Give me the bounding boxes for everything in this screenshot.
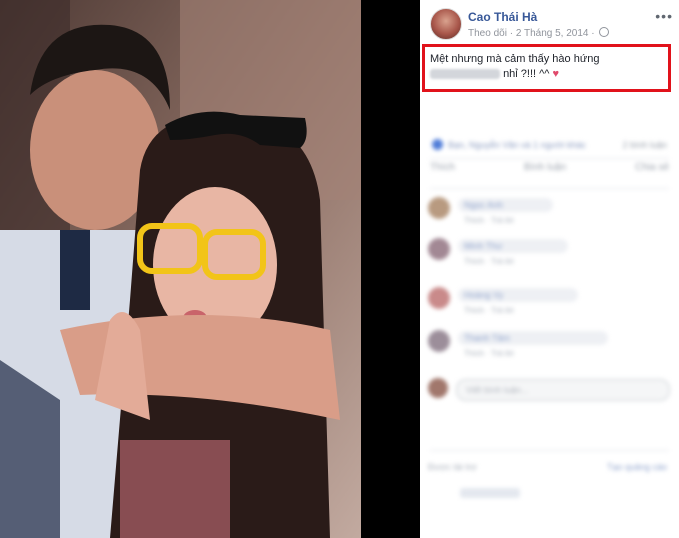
follow-link[interactable]: Theo dõi: [468, 28, 507, 39]
post-meta: Theo dõi · 2 Tháng 5, 2014 ·: [468, 27, 610, 39]
comment-count[interactable]: 2 bình luận: [622, 140, 667, 150]
action-bar: Thích Bình luận Chia sẻ: [430, 162, 669, 184]
photo-area: [0, 0, 420, 538]
commenter-avatar[interactable]: [428, 287, 450, 309]
post-date[interactable]: 2 Tháng 5, 2014: [516, 28, 589, 39]
globe-icon: [599, 27, 610, 37]
comment-item: Ngọc Anh Thích · Trả lời: [428, 195, 673, 229]
meta-separator: ·: [509, 28, 514, 39]
divider: [430, 158, 669, 159]
post-header: Cao Thái Hà Theo dõi · 2 Tháng 5, 2014 ·…: [430, 8, 675, 42]
commenter-name[interactable]: Thanh Tâm: [464, 333, 510, 343]
ad-placeholder[interactable]: [460, 488, 520, 498]
divider: [430, 450, 669, 451]
author-name[interactable]: Cao Thái Hà: [468, 10, 537, 24]
like-reaction-icon: [432, 139, 443, 150]
comment-actions[interactable]: Thích · Trả lời: [464, 349, 514, 358]
meta-separator-2: ·: [591, 28, 595, 39]
photo-illustration: [0, 0, 361, 538]
like-button[interactable]: Thích: [430, 162, 455, 184]
comment-actions[interactable]: Thích · Trả lời: [464, 257, 514, 266]
more-options-icon[interactable]: •••: [655, 8, 673, 24]
commenter-avatar[interactable]: [428, 197, 450, 219]
author-avatar[interactable]: [430, 8, 462, 40]
blurred-mention: [430, 69, 500, 80]
comment-item: Hoàng Vy Thích · Trả lời: [428, 285, 673, 319]
post-panel: Cao Thái Hà Theo dõi · 2 Tháng 5, 2014 ·…: [420, 0, 679, 538]
sponsored-header: Được tài trợ Tạo quảng cáo: [428, 462, 673, 472]
reaction-summary[interactable]: Bạn, Nguyễn Văn và 1 người khác 2 bình l…: [432, 138, 667, 152]
blurred-content: Bạn, Nguyễn Văn và 1 người khác 2 bình l…: [420, 100, 679, 538]
write-comment: Viết bình luận...: [428, 376, 673, 402]
reaction-text: Bạn, Nguyễn Văn và 1 người khác: [448, 140, 587, 150]
comment-item: Thanh Tâm Thích · Trả lời: [428, 328, 673, 362]
comment-placeholder: Viết bình luận...: [466, 385, 529, 395]
sponsored-label: Được tài trợ: [428, 462, 477, 472]
commenter-name[interactable]: Hoàng Vy: [464, 290, 503, 300]
status-part-1: Mệt nhưng mà cảm thấy hào hứng: [430, 53, 600, 65]
comment-actions[interactable]: Thích · Trả lời: [464, 216, 514, 225]
status-part-2: nhỉ ?!!! ^^: [503, 68, 550, 80]
share-button[interactable]: Chia sẻ: [635, 162, 669, 184]
status-text: Mệt nhưng mà cảm thấy hào hứng nhỉ ?!!! …: [430, 52, 665, 82]
divider: [430, 188, 669, 189]
comment-button[interactable]: Bình luận: [524, 162, 566, 184]
heart-icon: ♥: [552, 68, 560, 80]
commenter-name[interactable]: Ngọc Anh: [464, 200, 503, 210]
post-photo[interactable]: [0, 0, 361, 538]
commenter-name[interactable]: Minh Thư: [464, 241, 502, 251]
create-ad-link[interactable]: Tạo quảng cáo: [607, 462, 667, 472]
my-avatar: [428, 378, 448, 398]
commenter-avatar[interactable]: [428, 330, 450, 352]
commenter-avatar[interactable]: [428, 238, 450, 260]
comment-actions[interactable]: Thích · Trả lời: [464, 306, 514, 315]
comment-item: Minh Thư Thích · Trả lời: [428, 236, 673, 270]
